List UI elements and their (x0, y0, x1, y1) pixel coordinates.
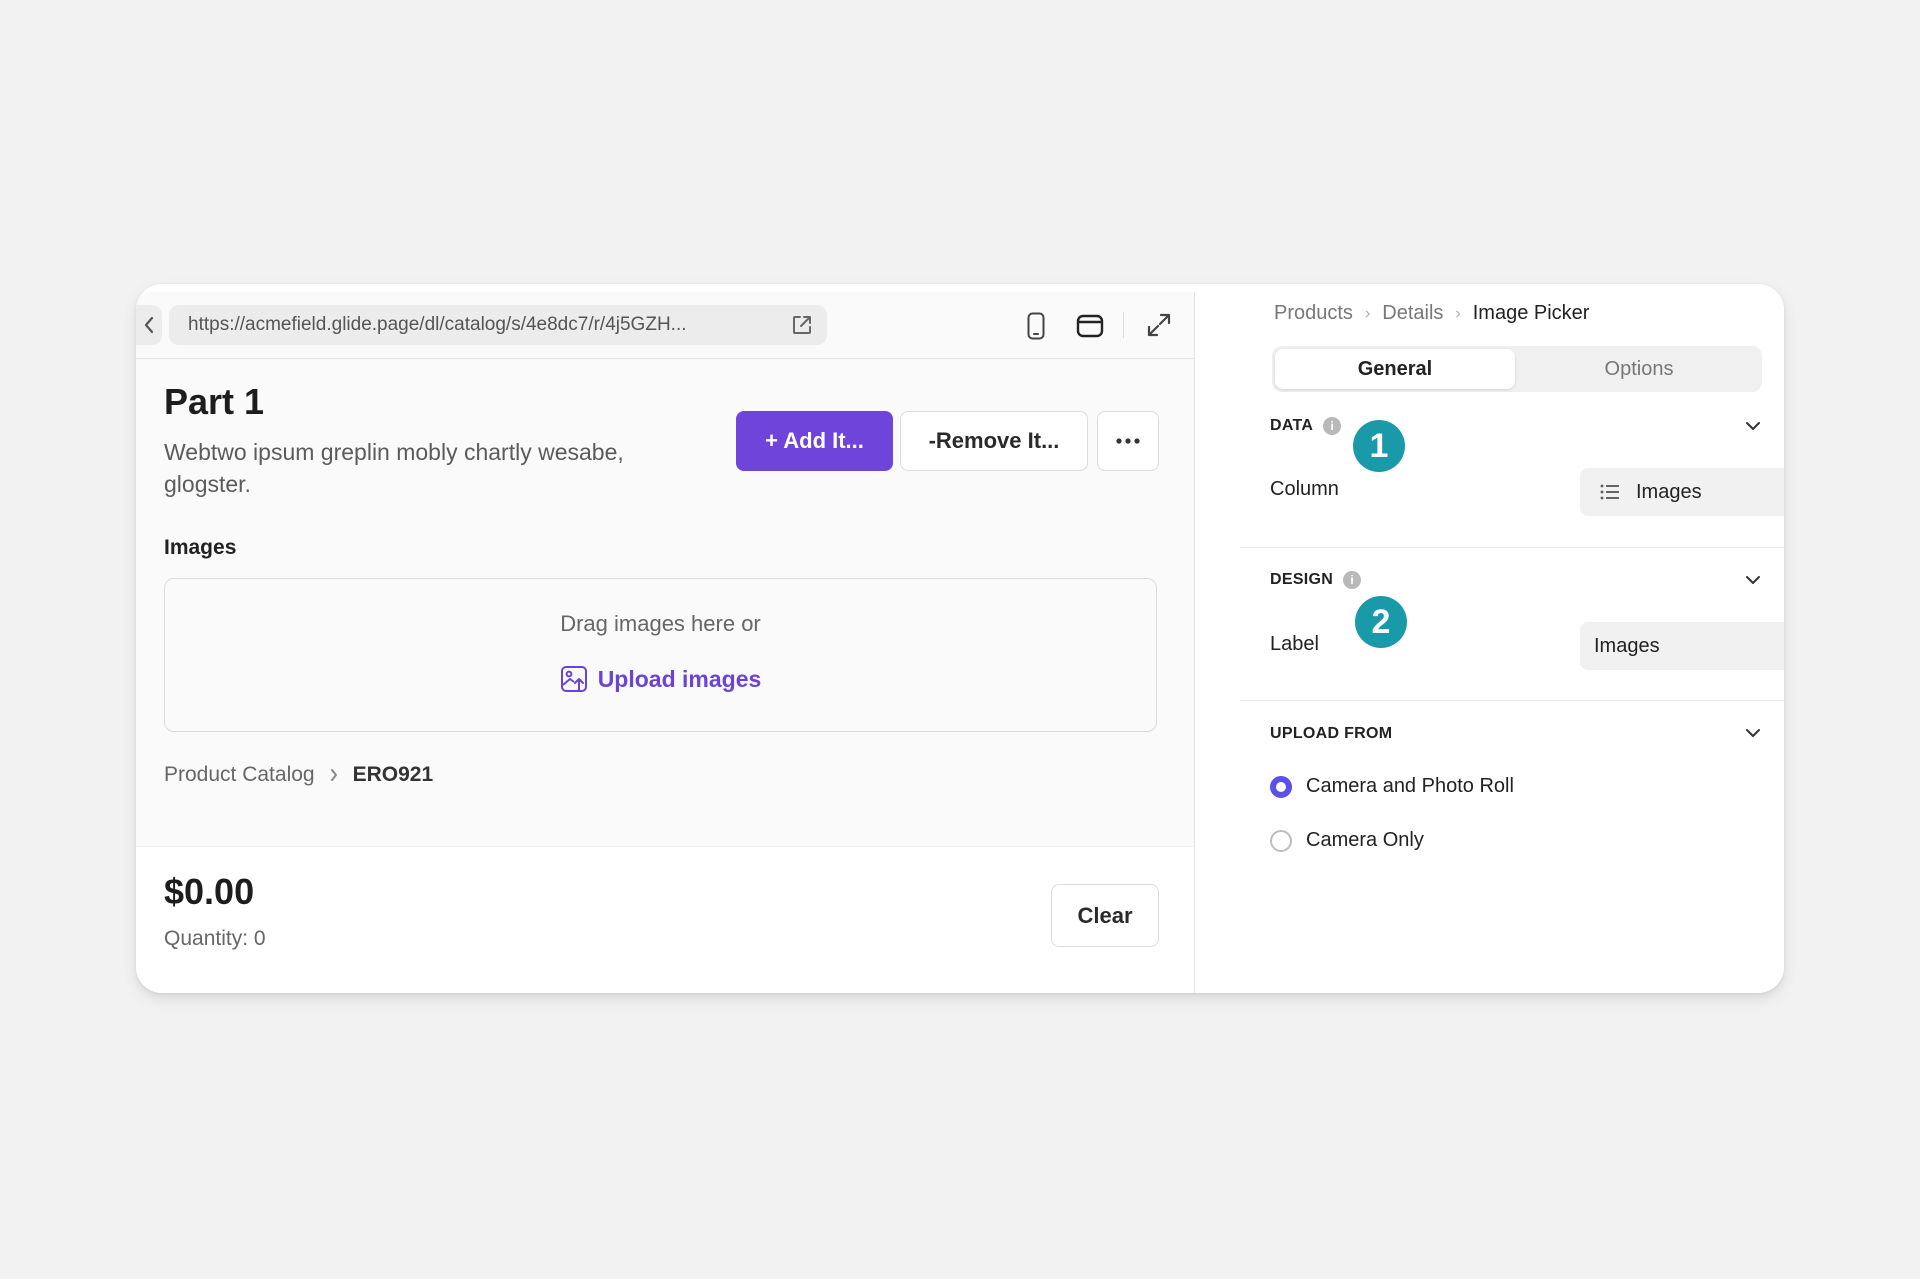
inspector-tabs: General Options (1272, 346, 1762, 392)
url-text: https://acmefield.glide.page/dl/catalog/… (188, 314, 687, 335)
cart-price: $0.00 (164, 871, 255, 912)
label-label: Label (1270, 633, 1319, 655)
images-label: Images (164, 536, 237, 559)
page-description: Webtwo ipsum greplin mobly chartly wesab… (164, 439, 624, 497)
app-preview: https://acmefield.glide.page/dl/catalog/… (136, 292, 1195, 993)
breadcrumb: Product Catalog ERO921 (164, 763, 433, 787)
dropzone-text: Drag images here or (560, 611, 761, 636)
info-icon[interactable]: i (1323, 417, 1342, 435)
radio-label: Camera Only (1306, 829, 1424, 851)
design-section-title: DESIGN (1270, 571, 1334, 588)
section-divider (1240, 547, 1784, 548)
phone-icon[interactable] (1027, 312, 1045, 340)
upload-images-link[interactable]: Upload images (165, 665, 1156, 693)
image-upload-icon (560, 666, 587, 692)
inspector-panel: Products › Details › Image Picker Genera… (1240, 284, 1784, 993)
data-section-header[interactable]: DATA i (1270, 417, 1342, 435)
list-icon (1600, 484, 1619, 500)
upload-from-section-title: UPLOAD FROM (1270, 725, 1393, 742)
column-select-value: Images (1636, 480, 1702, 503)
column-label: Column (1270, 478, 1339, 500)
inspector-breadcrumb: Products › Details › Image Picker (1274, 302, 1589, 325)
info-icon[interactable]: i (1343, 571, 1362, 589)
step-badge-1: 1 (1353, 420, 1405, 472)
step-badge-2: 2 (1355, 596, 1407, 648)
radio-camera-only[interactable]: Camera Only (1270, 829, 1424, 852)
data-section-title: DATA (1270, 417, 1314, 434)
breadcrumb-parent[interactable]: Product Catalog (164, 763, 315, 787)
back-button[interactable] (136, 305, 162, 345)
toolbar-divider (1123, 312, 1124, 338)
column-select[interactable]: Images (1580, 468, 1784, 516)
add-item-button[interactable]: + Add It... (736, 411, 893, 471)
tab-general[interactable]: General (1275, 349, 1515, 389)
inspector-crumb-details[interactable]: Details (1382, 302, 1443, 325)
preview-toolbar: https://acmefield.glide.page/dl/catalog/… (136, 292, 1194, 359)
cart-quantity: Quantity: 0 (164, 927, 266, 950)
chevron-left-icon (144, 316, 154, 334)
section-divider (1240, 700, 1784, 701)
radio-camera-and-photo-roll[interactable]: Camera and Photo Roll (1270, 775, 1514, 798)
builder-card: https://acmefield.glide.page/dl/catalog/… (136, 284, 1784, 993)
inspector-crumb-products[interactable]: Products (1274, 302, 1353, 325)
chevron-down-icon[interactable] (1744, 420, 1762, 432)
page-title: Part 1 (164, 381, 265, 422)
tab-options[interactable]: Options (1519, 349, 1759, 389)
url-field[interactable]: https://acmefield.glide.page/dl/catalog/… (169, 305, 827, 345)
cart-footer: $0.00 Quantity: 0 Clear (136, 846, 1194, 993)
chevron-right-icon: › (1364, 304, 1371, 322)
chevron-down-icon[interactable] (1744, 727, 1762, 739)
design-section-header[interactable]: DESIGN i (1270, 571, 1362, 589)
tablet-icon[interactable] (1076, 314, 1104, 338)
radio-button-selected[interactable] (1270, 775, 1292, 798)
image-dropzone[interactable]: Drag images here or Upload images (164, 578, 1157, 732)
more-button[interactable] (1097, 411, 1159, 471)
external-link-icon[interactable] (791, 314, 813, 336)
label-input-value: Images (1594, 634, 1660, 657)
breadcrumb-current: ERO921 (352, 763, 434, 786)
remove-item-button[interactable]: -Remove It... (900, 411, 1088, 471)
clear-button[interactable]: Clear (1051, 884, 1159, 947)
radio-label: Camera and Photo Roll (1306, 775, 1514, 797)
more-icon (1116, 438, 1140, 444)
label-input[interactable]: Images (1580, 622, 1784, 670)
chevron-right-icon: › (1455, 304, 1461, 322)
upload-images-text: Upload images (597, 665, 762, 692)
chevron-right-icon (330, 769, 337, 781)
inspector-crumb-current: Image Picker (1472, 302, 1590, 324)
upload-from-section-header[interactable]: UPLOAD FROM (1270, 725, 1392, 743)
expand-icon[interactable] (1146, 312, 1172, 338)
radio-button[interactable] (1270, 829, 1292, 852)
chevron-down-icon[interactable] (1744, 574, 1762, 586)
